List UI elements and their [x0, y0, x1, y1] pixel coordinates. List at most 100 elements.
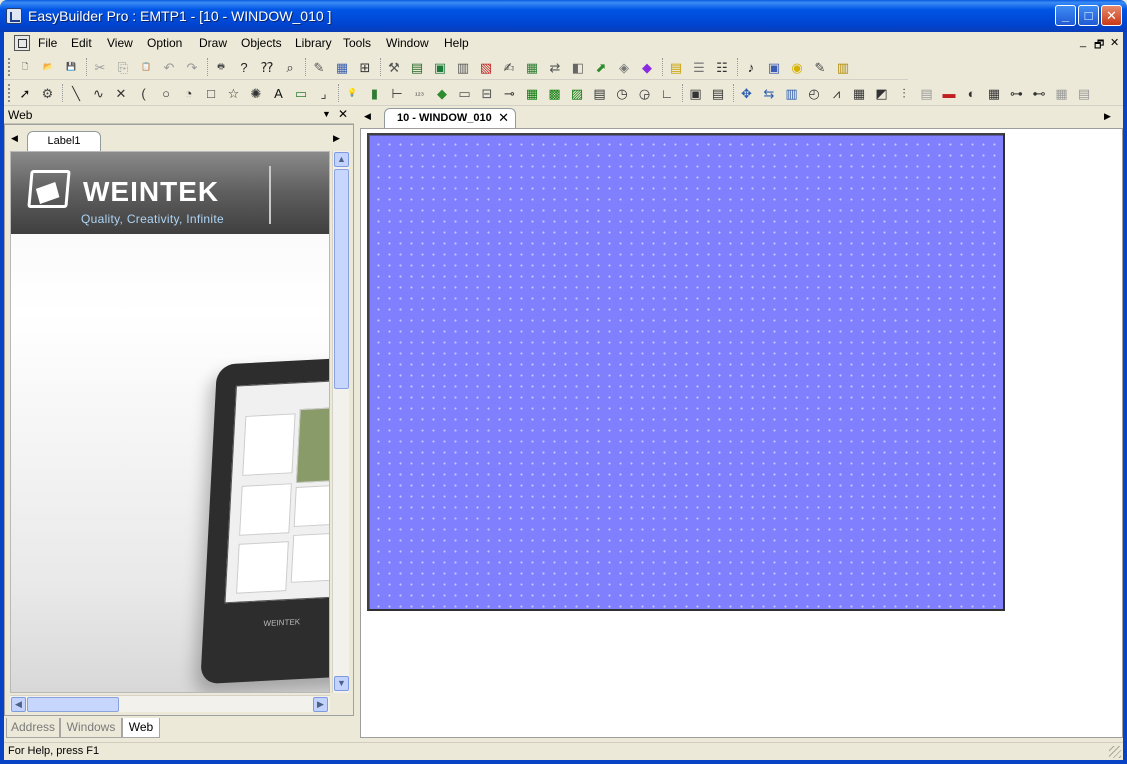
minimize-button[interactable]: _ — [1055, 5, 1076, 26]
menu-help[interactable]: Help — [444, 36, 469, 50]
title-bar[interactable]: EasyBuilder Pro : EMTP1 - [10 - WINDOW_0… — [0, 0, 1127, 32]
open-icon[interactable]: 📂 — [39, 58, 57, 76]
button-icon[interactable]: ▭ — [456, 84, 474, 102]
menu-file[interactable]: File — [38, 36, 57, 50]
list-icon[interactable]: ☰ — [690, 58, 708, 76]
toolbar-grip[interactable] — [8, 84, 11, 102]
toolbar-grip[interactable] — [8, 58, 11, 76]
design-canvas[interactable] — [367, 133, 1005, 611]
mdi-minimize-button[interactable]: _ — [1080, 36, 1086, 48]
tree-icon[interactable]: ⊶ — [1008, 84, 1026, 102]
bar-chart-icon[interactable]: ▥ — [783, 84, 801, 102]
circle-icon[interactable]: ○ — [157, 84, 175, 102]
menu-view[interactable]: View — [107, 36, 133, 50]
text-a-icon[interactable]: A — [270, 84, 288, 102]
arc-icon[interactable]: ( — [135, 84, 153, 102]
chart-icon[interactable]: ◶ — [636, 84, 654, 102]
new-icon[interactable]: 🗋 — [16, 58, 34, 76]
undo-icon[interactable]: ↶ — [160, 58, 178, 76]
minus-icon[interactable]: ▬ — [940, 84, 958, 102]
tab-window-010[interactable]: 10 - WINDOW_010 ✕ — [384, 108, 516, 128]
print-icon[interactable]: 🖶 — [212, 58, 230, 76]
save-icon[interactable]: 💾 — [62, 58, 80, 76]
rect-icon[interactable]: □ — [202, 84, 220, 102]
scroll-up-button[interactable]: ▲ — [334, 152, 349, 167]
misc-icon[interactable]: ▦ — [1053, 84, 1071, 102]
switch-icon[interactable]: ▮ — [366, 84, 384, 102]
shuffle-icon[interactable]: ⇆ — [760, 84, 778, 102]
mdi-restore-button[interactable]: 🗗 — [1094, 36, 1104, 55]
table-icon[interactable]: ▦ — [523, 58, 541, 76]
pie-icon[interactable]: ◔ — [180, 84, 198, 102]
corner-icon[interactable]: ⌟ — [315, 84, 333, 102]
web-vertical-scrollbar[interactable]: ▲ ▼ — [332, 151, 349, 693]
tab-prev-button[interactable]: ◀ — [11, 133, 18, 144]
polyline-icon[interactable]: ∿ — [90, 84, 108, 102]
mdi-close-button[interactable]: ✕ — [1110, 36, 1119, 49]
text-icon[interactable]: ☷ — [713, 58, 731, 76]
panel-pin-button[interactable]: ▼ — [322, 109, 331, 119]
tab-windows[interactable]: Windows — [60, 718, 122, 738]
help-icon[interactable]: ? — [235, 58, 253, 76]
resize-grip[interactable] — [1109, 746, 1121, 758]
cross-icon[interactable]: ✕ — [112, 84, 130, 102]
sound-icon[interactable]: ♪ — [742, 58, 760, 76]
picture-icon[interactable]: ▣ — [765, 58, 783, 76]
web-content[interactable]: WEINTEK Quality, Creativity, Infinite WE… — [10, 151, 330, 693]
pen-icon[interactable]: ✎ — [310, 58, 328, 76]
export-icon[interactable]: ⬈ — [592, 58, 610, 76]
frame-icon[interactable]: ▭ — [292, 84, 310, 102]
tools-icon[interactable]: ⚒ — [385, 58, 403, 76]
popup-icon[interactable]: ▤ — [709, 84, 727, 102]
bars-icon[interactable]: ▥ — [834, 58, 852, 76]
line-icon[interactable]: ╲ — [67, 84, 85, 102]
edit-icon[interactable]: ✍ — [500, 58, 518, 76]
editor-workspace[interactable] — [360, 128, 1123, 738]
download-icon[interactable]: ▥ — [454, 58, 472, 76]
window-icon[interactable]: ▣ — [687, 84, 705, 102]
app-icon[interactable] — [6, 8, 22, 24]
grid-icon[interactable]: ▦ — [333, 58, 351, 76]
table-grid-icon[interactable]: ▦ — [850, 84, 868, 102]
menu-draw[interactable]: Draw — [199, 36, 227, 50]
close-button[interactable]: ✕ — [1101, 5, 1122, 26]
align-icon[interactable]: ⊞ — [356, 58, 374, 76]
paste-icon[interactable]: 📋 — [137, 58, 155, 76]
trend-icon[interactable]: ⩘ — [828, 84, 846, 102]
numeric-icon[interactable]: ₁₂₃ — [411, 84, 429, 102]
diamond-icon[interactable]: ◆ — [433, 84, 451, 102]
maximize-button[interactable]: □ — [1078, 5, 1099, 26]
number-icon[interactable]: ▦ — [523, 84, 541, 102]
panel-close-button[interactable]: ✕ — [338, 107, 348, 121]
property-icon[interactable]: ⚙ — [39, 84, 57, 102]
burst-icon[interactable]: ✺ — [247, 84, 265, 102]
doc-tab-prev-button[interactable]: ◀ — [364, 111, 371, 122]
scroll-left-button[interactable]: ◀ — [11, 697, 26, 712]
key-icon[interactable]: ⊸ — [501, 84, 519, 102]
plugin-icon[interactable]: ◈ — [615, 58, 633, 76]
tab-next-button[interactable]: ▶ — [333, 133, 340, 144]
redo-icon[interactable]: ↷ — [183, 58, 201, 76]
scroll-thumb[interactable] — [27, 697, 119, 712]
bulb-icon[interactable]: 💡 — [343, 84, 361, 102]
tree2-icon[interactable]: ⊷ — [1030, 84, 1048, 102]
tab-address[interactable]: Address — [6, 718, 60, 738]
scroll-down-button[interactable]: ▼ — [334, 676, 349, 691]
scroll-right-button[interactable]: ▶ — [313, 697, 328, 712]
scroll-thumb[interactable] — [334, 169, 349, 389]
tab-web[interactable]: Web — [122, 718, 160, 738]
misc2-icon[interactable]: ▤ — [1075, 84, 1093, 102]
select-icon[interactable]: ➚ — [16, 84, 34, 102]
cut-icon[interactable]: ✂ — [91, 58, 109, 76]
list-grid-icon[interactable]: ▤ — [918, 84, 936, 102]
library-icon[interactable]: ◆ — [638, 58, 656, 76]
calendar-icon[interactable]: ▦ — [985, 84, 1003, 102]
scale-icon[interactable]: ⊢ — [388, 84, 406, 102]
menu-objects[interactable]: Objects — [241, 36, 282, 50]
simulate-icon[interactable]: ▣ — [431, 58, 449, 76]
menu-edit[interactable]: Edit — [71, 36, 92, 50]
document-icon[interactable] — [14, 35, 30, 51]
histogram-icon[interactable]: ⫶ — [895, 84, 913, 102]
move-icon[interactable]: ✥ — [738, 84, 756, 102]
tab-label1[interactable]: Label1 — [27, 131, 101, 151]
